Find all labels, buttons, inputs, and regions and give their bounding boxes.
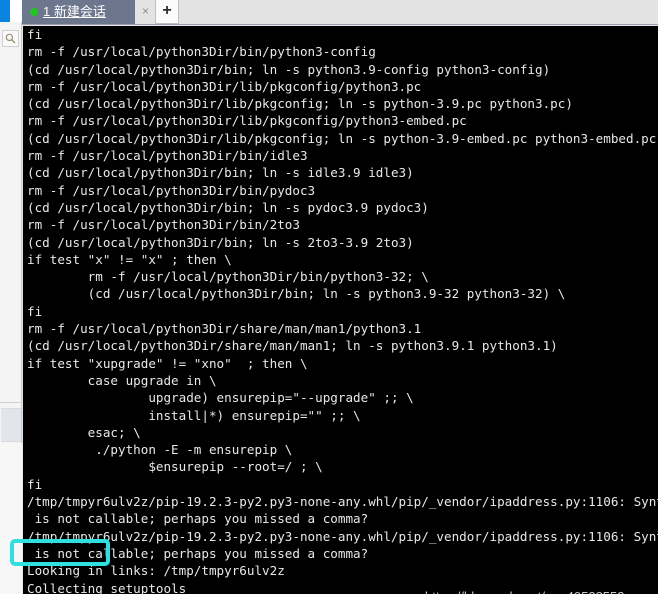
terminal-line: esac; \ bbox=[27, 424, 141, 440]
rail-accent-white bbox=[10, 0, 22, 22]
terminal-line: ./python -E -m ensurepip \ bbox=[27, 442, 293, 458]
terminal-line: rm -f /usr/local/python3Dir/bin/python3-… bbox=[27, 269, 429, 285]
terminal-line: case upgrade in \ bbox=[27, 372, 217, 388]
tab-label: 1 新建会话 bbox=[43, 4, 106, 19]
terminal-output[interactable]: fi rm -f /usr/local/python3Dir/bin/python… bbox=[23, 26, 658, 594]
terminal-line: fi bbox=[27, 476, 43, 492]
terminal-line: rm -f /usr/local/python3Dir/lib/pkgconfi… bbox=[27, 78, 422, 94]
terminal-line: rm -f /usr/local/python3Dir/bin/2to3 bbox=[27, 217, 300, 233]
terminal-line: if test "xupgrade" != "xno" ; then \ bbox=[27, 355, 308, 371]
rail-lower-area bbox=[0, 443, 22, 594]
tab-bar: 1 新建会话 × + bbox=[22, 0, 658, 25]
terminal-line: (cd /usr/local/python3Dir/bin; ln -s pyt… bbox=[27, 286, 566, 302]
terminal-line-list: fi rm -f /usr/local/python3Dir/bin/python… bbox=[27, 26, 658, 594]
terminal-line: fi bbox=[27, 27, 43, 42]
new-tab-button[interactable]: + bbox=[155, 0, 179, 24]
terminal-line: rm -f /usr/local/python3Dir/bin/idle3 bbox=[27, 148, 308, 164]
rail-panel-block[interactable] bbox=[1, 408, 21, 442]
terminal-line: (cd /usr/local/python3Dir/share/man/man1… bbox=[27, 338, 558, 354]
terminal-line: rm -f /usr/local/python3Dir/lib/pkgconfi… bbox=[27, 113, 467, 129]
terminal-line: upgrade) ensurepip="--upgrade" ;; \ bbox=[27, 390, 414, 406]
terminal-line: rm -f /usr/local/python3Dir/bin/pydoc3 bbox=[27, 182, 316, 198]
terminal-line: Looking in links: /tmp/tmpyr6ulv2z bbox=[27, 563, 285, 579]
magnifier-icon[interactable] bbox=[2, 30, 19, 47]
terminal-line: (cd /usr/local/python3Dir/lib/pkgconfig;… bbox=[27, 130, 658, 146]
terminal-line: (cd /usr/local/python3Dir/bin; ln -s idl… bbox=[27, 165, 414, 181]
rail-accent-blue bbox=[0, 0, 10, 22]
terminal-line: (cd /usr/local/python3Dir/lib/pkgconfig;… bbox=[27, 96, 573, 112]
terminal-line: /tmp/tmpyr6ulv2z/pip-19.2.3-py2.py3-none… bbox=[27, 528, 658, 544]
shell-prompt[interactable]: [root@easydi? Python-3.9.0a1]# bbox=[27, 586, 316, 594]
terminal-line: /tmp/tmpyr6ulv2z/pip-19.2.3-py2.py3-none… bbox=[27, 494, 658, 510]
terminal-line: if test "x" != "x" ; then \ bbox=[27, 251, 232, 267]
tab-session-1[interactable]: 1 新建会话 bbox=[22, 0, 135, 24]
green-dot-icon bbox=[30, 8, 38, 16]
terminal-line: fi bbox=[27, 303, 43, 319]
watermark: https://blog.csdn.net/qq_40528553 bbox=[425, 589, 625, 594]
terminal-line: install|*) ensurepip="" ;; \ bbox=[27, 407, 361, 423]
terminal-line: is not callable; perhaps you missed a co… bbox=[27, 511, 369, 527]
terminal-line: rm -f /usr/local/python3Dir/bin/python3-… bbox=[27, 44, 376, 60]
terminal-line: (cd /usr/local/python3Dir/bin; ln -s pyt… bbox=[27, 61, 551, 77]
terminal-line: rm -f /usr/local/python3Dir/share/man/ma… bbox=[27, 321, 422, 337]
terminal-line: (cd /usr/local/python3Dir/bin; ln -s 2to… bbox=[27, 234, 414, 250]
terminal-line: is not callable; perhaps you missed a co… bbox=[27, 545, 369, 561]
close-icon[interactable]: × bbox=[139, 5, 152, 18]
terminal-line: (cd /usr/local/python3Dir/bin; ln -s pyd… bbox=[27, 199, 429, 215]
left-rail bbox=[0, 0, 22, 594]
rail-divider bbox=[0, 402, 22, 403]
terminal-window: 1 新建会话 × + fi rm -f /usr/local/python3Dir… bbox=[0, 0, 658, 594]
terminal-line: $ensurepip --root=/ ; \ bbox=[27, 459, 323, 475]
